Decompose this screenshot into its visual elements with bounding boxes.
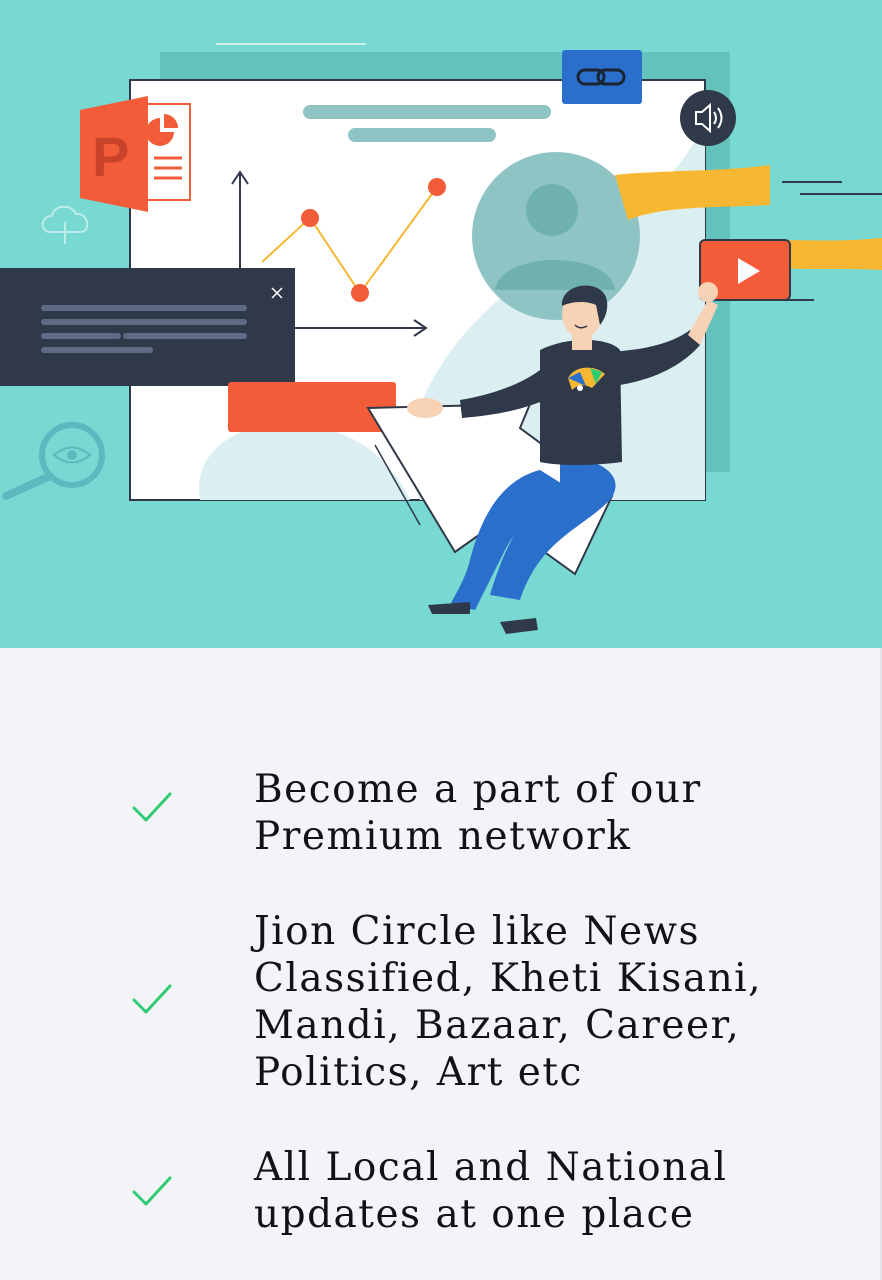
feature-item: Jion Circle like News Classified, Kheti … xyxy=(0,908,882,1098)
feature-item: Become a part of our Premium network xyxy=(0,766,882,866)
check-icon xyxy=(132,792,172,822)
svg-text:P: P xyxy=(92,125,129,188)
feature-text: Jion Circle like News Classified, Kheti … xyxy=(254,909,763,1095)
speaker-icon xyxy=(680,90,736,146)
link-icon xyxy=(562,50,642,104)
presentation-illustration: P xyxy=(0,43,882,634)
feature-text: Become a part of our Premium network xyxy=(254,767,702,859)
check-icon xyxy=(132,984,172,1014)
search-eye-icon xyxy=(2,422,105,500)
check-icon xyxy=(132,1176,172,1206)
powerpoint-icon: P xyxy=(80,96,191,212)
features-section: Become a part of our Premium network Jio… xyxy=(0,648,882,1280)
hero-illustration: P xyxy=(0,0,882,648)
feature-text: All Local and National updates at one pl… xyxy=(254,1145,728,1237)
cloud-upload-icon xyxy=(41,205,89,244)
feature-item: All Local and National updates at one pl… xyxy=(0,1144,882,1244)
